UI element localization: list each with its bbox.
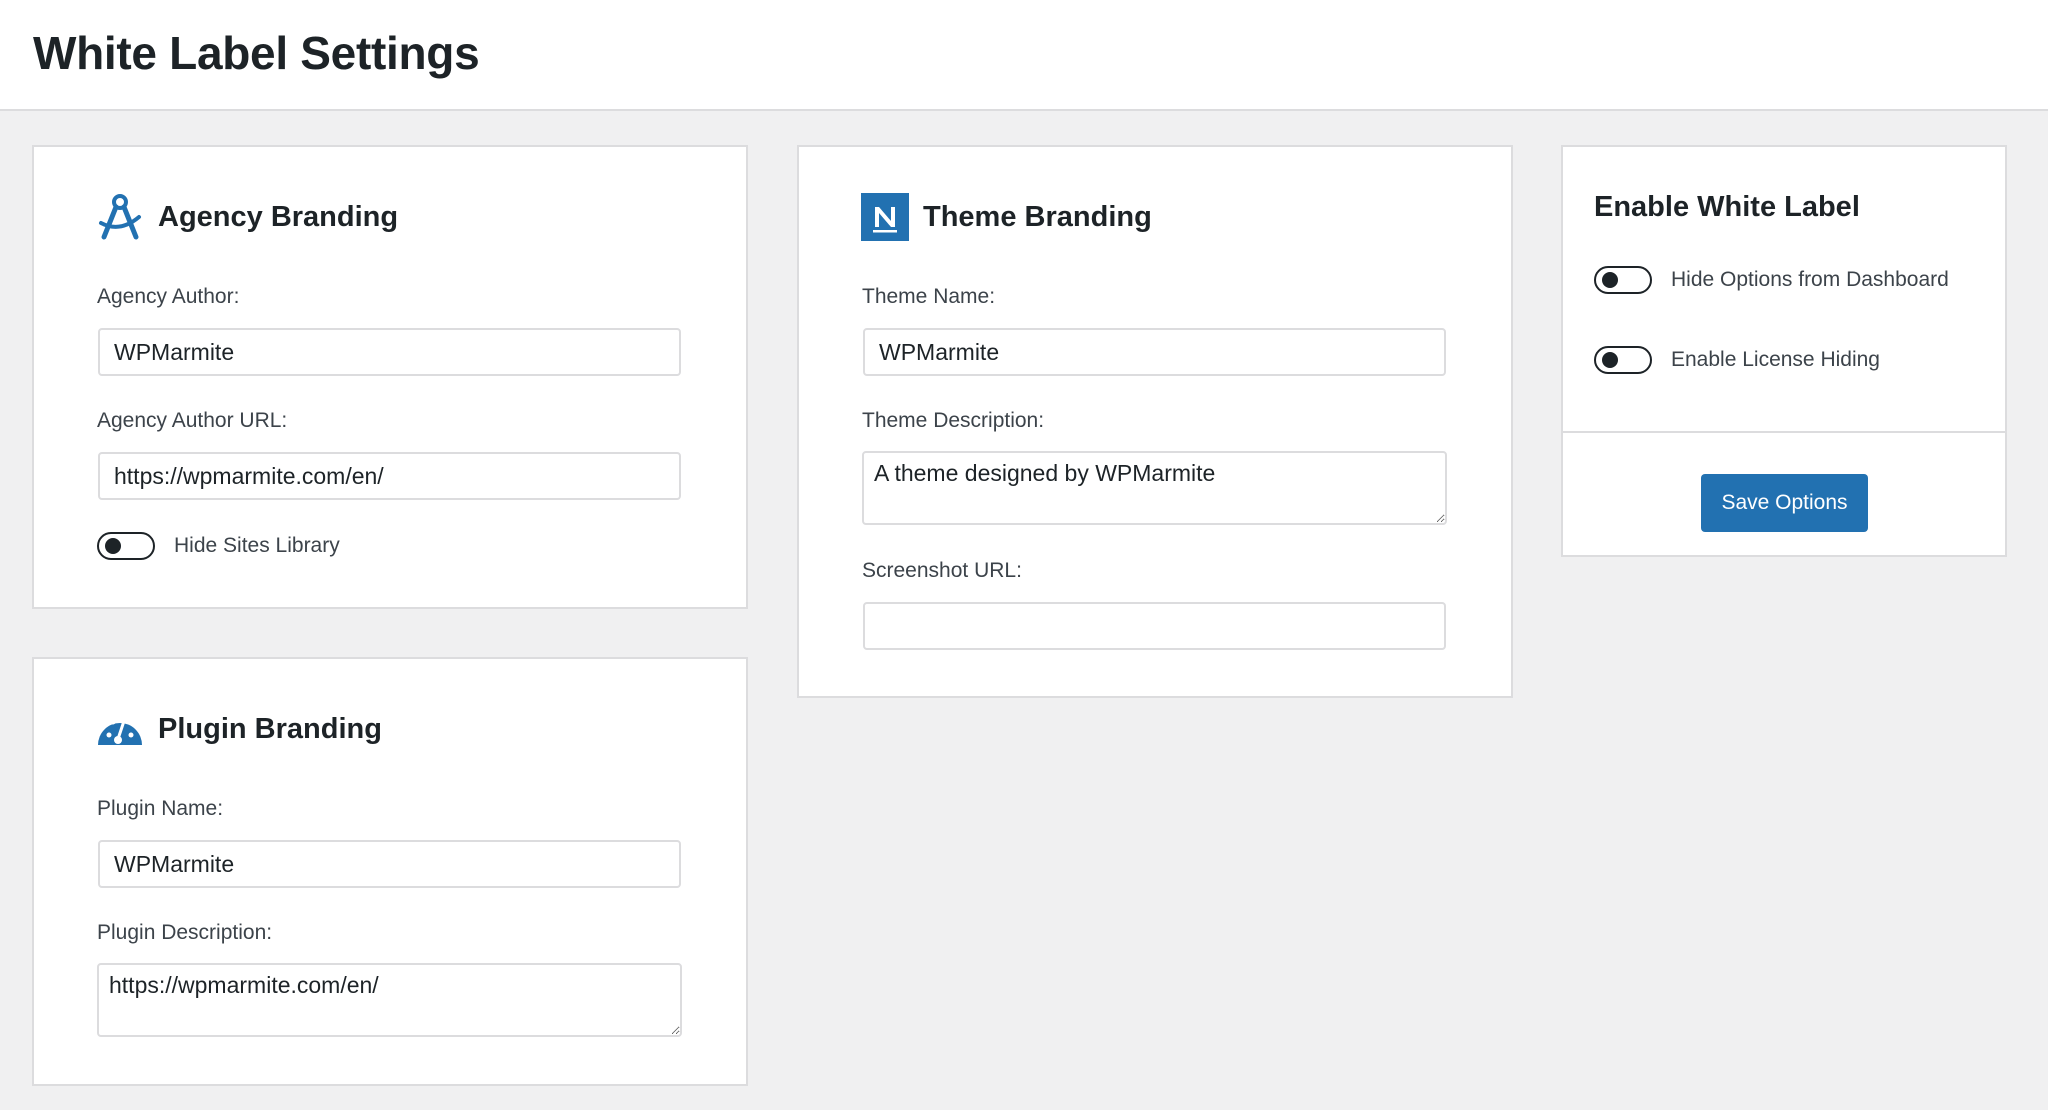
- screenshot-url-input[interactable]: [863, 602, 1446, 650]
- hide-options-row: Hide Options from Dashboard: [1594, 264, 1949, 296]
- page-title: White Label Settings: [33, 27, 480, 79]
- theme-branding-header: Theme Branding: [861, 191, 1152, 243]
- agency-author-url-label: Agency Author URL:: [97, 409, 288, 432]
- enable-white-label-card: Enable White Label Hide Options from Das…: [1561, 145, 2007, 557]
- agency-branding-card: Agency Branding Agency Author: Agency Au…: [32, 145, 748, 609]
- neve-n-logo-icon: [861, 193, 909, 241]
- license-hiding-label: Enable License Hiding: [1671, 348, 1880, 371]
- hide-options-label: Hide Options from Dashboard: [1671, 268, 1949, 291]
- compass-icon: [96, 193, 144, 241]
- agency-branding-header: Agency Branding: [96, 191, 398, 243]
- plugin-branding-header: Plugin Branding: [96, 703, 382, 755]
- agency-branding-title: Agency Branding: [158, 200, 399, 233]
- hide-sites-library-toggle[interactable]: [97, 532, 155, 560]
- plugin-description-label: Plugin Description:: [97, 921, 273, 944]
- screenshot-url-label: Screenshot URL:: [862, 559, 1022, 582]
- agency-author-input[interactable]: [98, 328, 681, 376]
- agency-author-url-input[interactable]: [98, 452, 681, 500]
- hide-options-toggle[interactable]: [1594, 266, 1652, 294]
- plugin-branding-card: Plugin Branding Plugin Name: Plugin Desc…: [32, 657, 748, 1086]
- plugin-description-textarea[interactable]: https://wpmarmite.com/en/: [97, 963, 682, 1037]
- theme-branding-title: Theme Branding: [923, 200, 1152, 233]
- agency-author-label: Agency Author:: [97, 285, 240, 308]
- theme-name-input[interactable]: [863, 328, 1446, 376]
- license-hiding-row: Enable License Hiding: [1594, 344, 1880, 376]
- plugin-name-input[interactable]: [98, 840, 681, 888]
- hide-sites-library-row: Hide Sites Library: [97, 530, 340, 562]
- theme-branding-card: Theme Branding Theme Name: Theme Descrip…: [797, 145, 1513, 698]
- card-divider: [1563, 431, 2005, 433]
- plugin-name-label: Plugin Name:: [97, 797, 224, 820]
- save-options-button[interactable]: Save Options: [1701, 474, 1868, 532]
- theme-name-label: Theme Name:: [862, 285, 996, 308]
- theme-description-label: Theme Description:: [862, 409, 1045, 432]
- enable-white-label-title: Enable White Label: [1594, 191, 1860, 223]
- toggle-knob: [1602, 272, 1618, 288]
- dashboard-gauge-icon: [96, 705, 144, 753]
- page-header: White Label Settings: [0, 0, 2048, 111]
- theme-description-textarea[interactable]: A theme designed by WPMarmite: [862, 451, 1447, 525]
- toggle-knob: [105, 538, 121, 554]
- plugin-branding-title: Plugin Branding: [158, 712, 382, 745]
- license-hiding-toggle[interactable]: [1594, 346, 1652, 374]
- hide-sites-library-label: Hide Sites Library: [174, 534, 340, 557]
- toggle-knob: [1602, 352, 1618, 368]
